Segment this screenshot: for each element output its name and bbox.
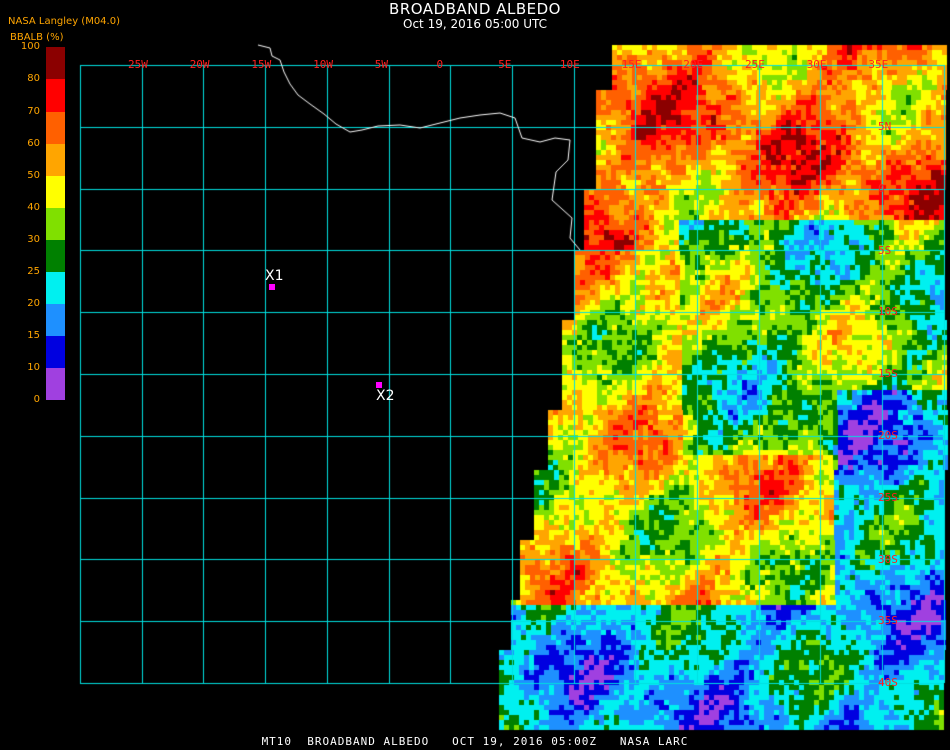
latitude-label: 35S <box>878 614 898 628</box>
longitude-label: 30E <box>806 58 827 71</box>
longitude-label: 0 <box>436 58 444 71</box>
longitude-label: 35E <box>868 58 889 71</box>
longitude-label: 15W <box>251 58 272 71</box>
latitude-label: 5N <box>878 120 892 133</box>
longitude-label: 15E <box>621 58 642 71</box>
colorbar-tick-label: 80 <box>27 73 40 84</box>
marker-x2-label: X2 <box>376 388 395 404</box>
latitude-label: 20S <box>878 429 898 442</box>
colorbar-tick-label: 15 <box>27 330 40 341</box>
colorbar-segment <box>46 240 65 272</box>
colorbar-tick-label: 10 <box>27 362 40 373</box>
latitude-label: 15S <box>878 367 898 381</box>
colorbar <box>46 47 65 401</box>
colorbar-segment <box>46 272 65 304</box>
agency-label: NASA Langley (M04.0) <box>8 16 120 27</box>
map-title: BROADBAND ALBEDO <box>389 0 561 18</box>
colorbar-tick-label: 0 <box>33 394 40 405</box>
colorbar-tick-label: 30 <box>27 234 40 245</box>
colorbar-segment <box>46 144 65 176</box>
map-subtitle: Oct 19, 2016 05:00 UTC <box>403 17 547 31</box>
latitude-label: 5S <box>878 243 892 257</box>
longitude-label: 5W <box>374 58 389 71</box>
colorbar-tick-label: 70 <box>27 106 40 117</box>
colorbar-tick-label: 50 <box>27 170 40 181</box>
latitude-label: 10S <box>878 305 898 319</box>
marker-x1-label: X1 <box>265 268 284 284</box>
colorbar-tick-label: 40 <box>27 202 40 213</box>
longitude-label: 20W <box>189 58 210 71</box>
latitude-label: 0 <box>878 181 885 195</box>
colorbar-segment <box>46 176 65 208</box>
colorbar-segment <box>46 368 65 400</box>
colorbar-tick-label: 20 <box>27 298 40 309</box>
latitude-label: 25S <box>878 490 898 504</box>
longitude-label: 25E <box>745 58 765 71</box>
albedo-map <box>0 0 950 750</box>
longitude-label: 10E <box>559 58 580 71</box>
colorbar-segment <box>46 208 65 240</box>
latitude-label: 30S <box>878 552 898 566</box>
colorbar-segment <box>46 112 65 144</box>
colorbar-tick-label: 100 <box>20 41 40 52</box>
longitude-label: 25W <box>128 58 148 71</box>
longitude-label: 10W <box>313 58 333 71</box>
colorbar-segment <box>46 336 65 368</box>
latitude-label: 40S <box>878 676 898 690</box>
longitude-label: 5E <box>498 58 512 71</box>
marker-x1 <box>269 284 275 290</box>
colorbar-segment <box>46 79 65 112</box>
longitude-label: 20E <box>683 58 704 71</box>
colorbar-tick-label: 60 <box>27 138 40 149</box>
colorbar-segment <box>46 304 65 336</box>
colorbar-segment <box>46 47 65 79</box>
footer-caption: MT10 BROADBAND ALBEDO OCT 19, 2016 05:00… <box>261 735 689 748</box>
colorbar-tick-label: 25 <box>27 266 40 277</box>
